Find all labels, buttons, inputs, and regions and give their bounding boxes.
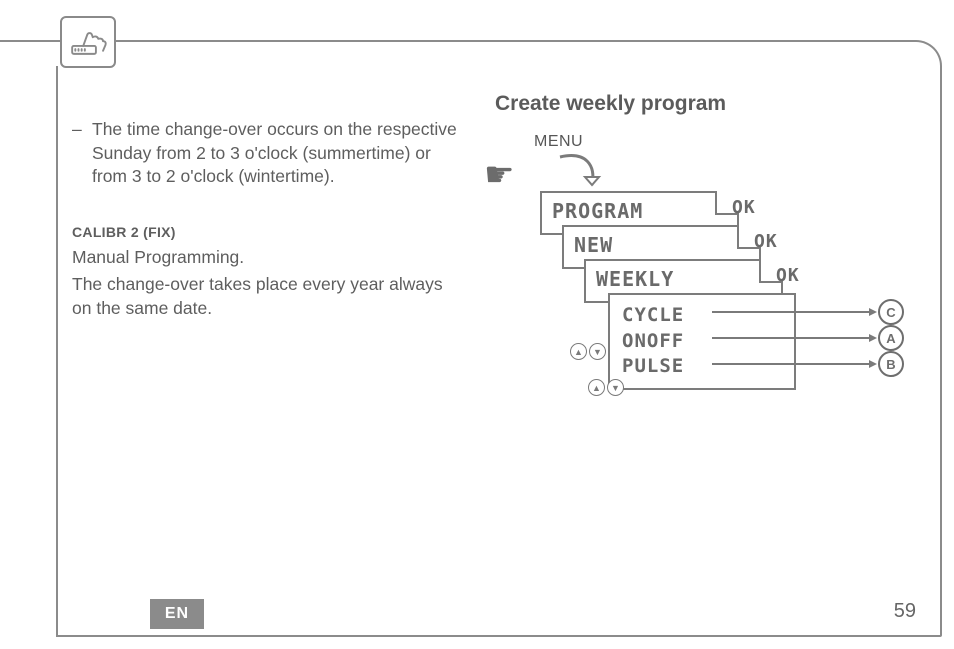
section-title-calibr2: CALIBR 2 (FIX) — [72, 223, 462, 242]
hand-press-icon — [69, 25, 107, 59]
heading-create-weekly: Create weekly program — [495, 92, 726, 116]
ref-circle-a: A — [878, 325, 904, 351]
bullet-dash: – — [72, 118, 92, 189]
ok-label-2: OK — [754, 231, 778, 252]
section-body-line-1: Manual Programming. — [72, 246, 462, 270]
ref-circle-b: B — [878, 351, 904, 377]
menu-card-new-label: NEW — [574, 233, 613, 257]
ok-label-3: OK — [776, 265, 800, 286]
line-onoff — [712, 337, 870, 339]
corner-icon-box — [60, 16, 116, 68]
bullet-item: – The time change-over occurs on the res… — [72, 118, 462, 189]
section-body-line-2: The change-over takes place every year a… — [72, 273, 462, 320]
ref-b: B — [886, 357, 895, 372]
option-pulse: PULSE — [622, 354, 782, 380]
option-cycle: CYCLE — [622, 303, 782, 329]
options-card: CYCLE ONOFF PULSE — [608, 293, 796, 390]
up-icon: ▲ — [570, 343, 587, 360]
ref-a: A — [886, 331, 895, 346]
updown-icons-2: ▲ ▼ — [588, 379, 624, 396]
left-text-column: – The time change-over occurs on the res… — [72, 118, 462, 321]
language-chip: EN — [150, 599, 204, 629]
updown-icons-1: ▲ ▼ — [570, 343, 606, 360]
menu-flow-diagram: MENU ☛ PROGRAM OK NEW OK WEEKLY OK CYCLE… — [480, 125, 910, 415]
line-cycle — [712, 311, 870, 313]
pointer-hand-icon: ☛ — [484, 155, 514, 195]
top-rule-left — [0, 40, 58, 42]
ref-circle-c: C — [878, 299, 904, 325]
page-number: 59 — [894, 600, 916, 623]
line-pulse — [712, 363, 870, 365]
page-frame-left — [56, 66, 58, 637]
ref-c: C — [886, 305, 895, 320]
up-icon: ▲ — [588, 379, 605, 396]
ok-label-1: OK — [732, 197, 756, 218]
language-code: EN — [165, 605, 189, 623]
menu-card-program-label: PROGRAM — [552, 199, 643, 223]
bullet-text: The time change-over occurs on the respe… — [92, 118, 462, 189]
page-root: – The time change-over occurs on the res… — [0, 0, 954, 649]
option-onoff: ONOFF — [622, 329, 782, 355]
down-icon: ▼ — [607, 379, 624, 396]
menu-card-weekly-label: WEEKLY — [596, 267, 674, 291]
down-icon: ▼ — [589, 343, 606, 360]
